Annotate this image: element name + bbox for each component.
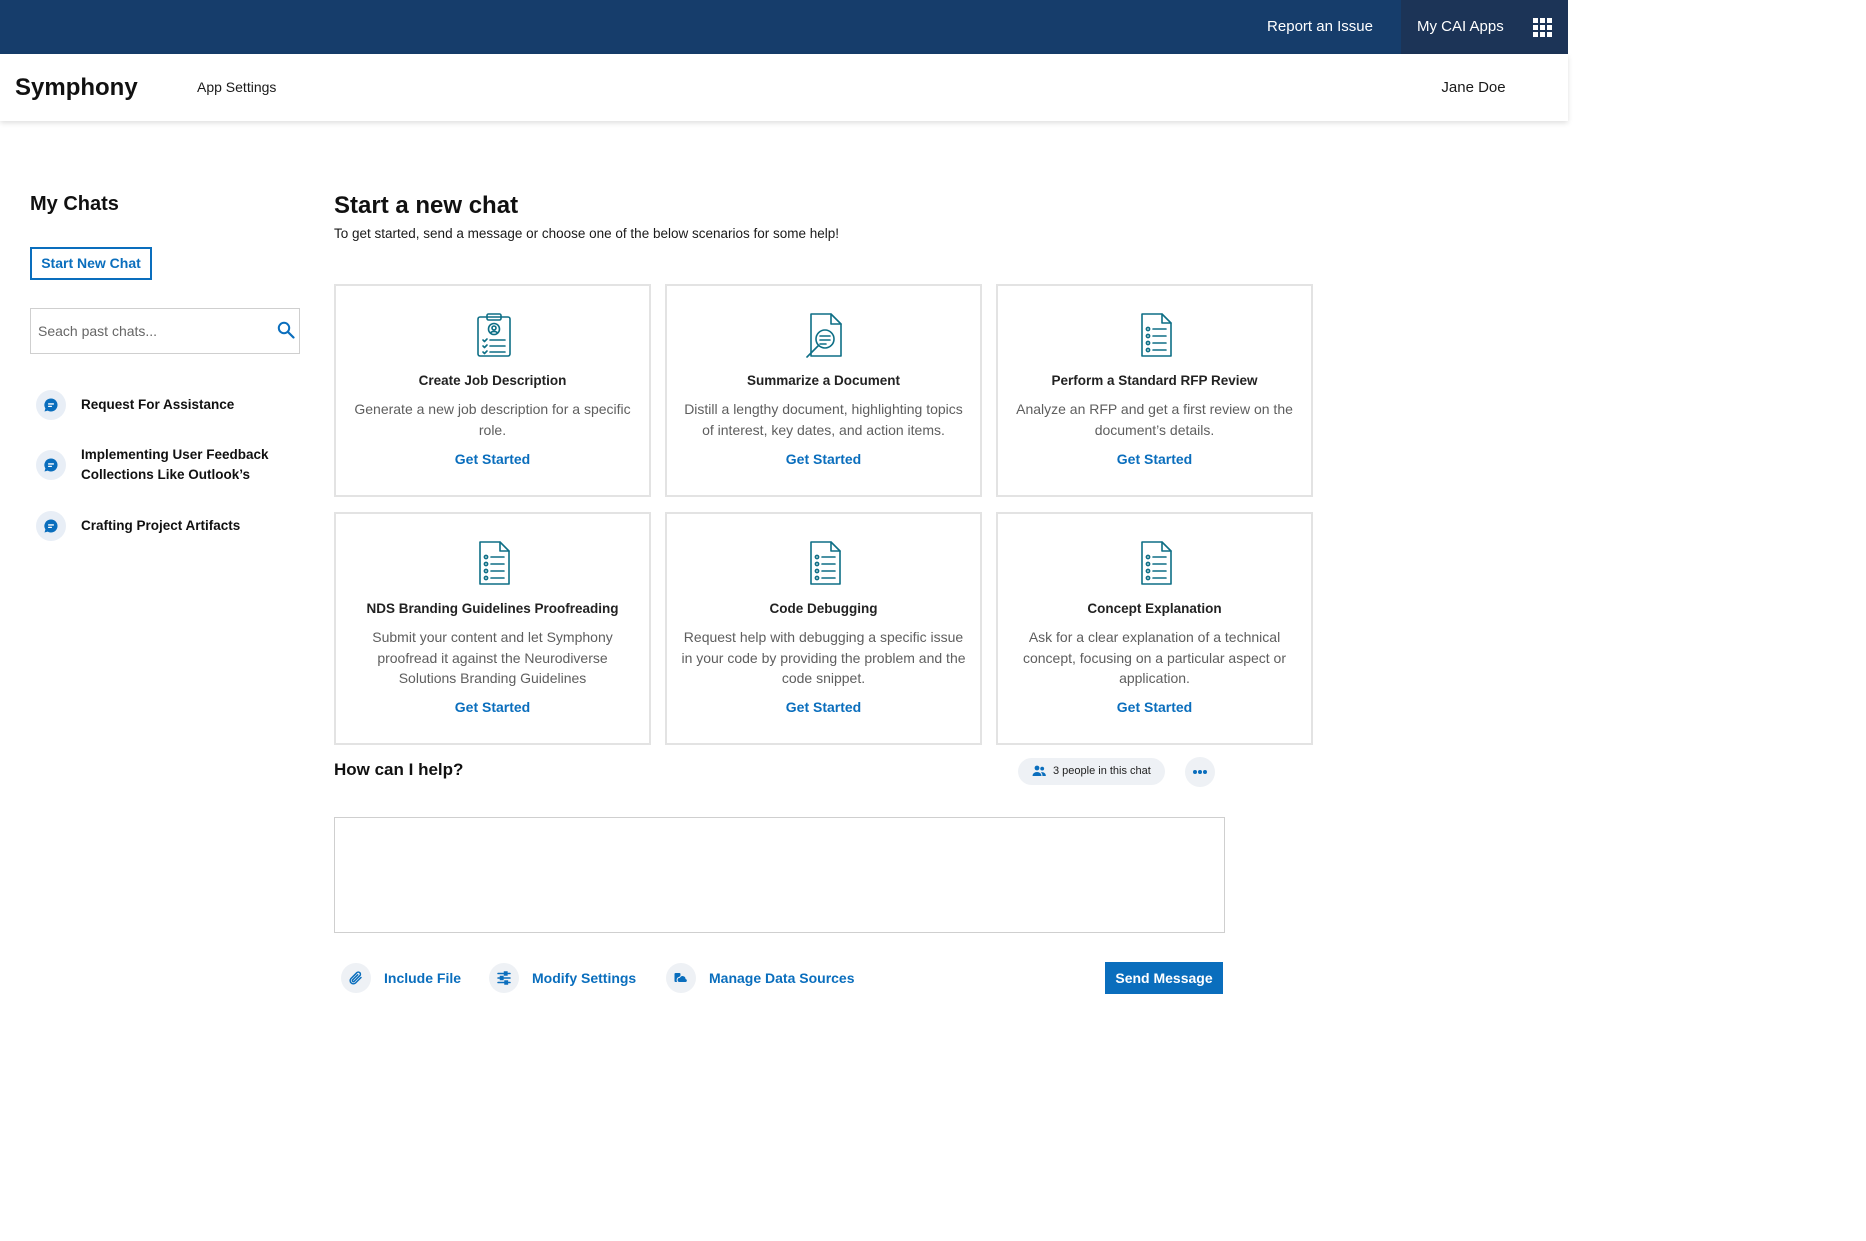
top-bar: Report an Issue My CAI Apps: [0, 0, 1568, 54]
document-list-icon: [1136, 540, 1176, 586]
app-brand[interactable]: Symphony: [15, 54, 138, 121]
scenario-card-nds-branding-proofreading[interactable]: NDS Branding Guidelines Proofreading Sub…: [334, 512, 651, 745]
more-options-button[interactable]: [1185, 757, 1215, 787]
include-file-button[interactable]: Include File: [341, 963, 471, 993]
chat-item-request-for-assistance[interactable]: Request For Assistance: [36, 390, 296, 420]
card-description: Analyze an RFP and get a first review on…: [1016, 401, 1293, 438]
manage-data-sources-label: Manage Data Sources: [709, 970, 855, 986]
scenario-card-code-debugging[interactable]: Code Debugging Request help with debuggi…: [665, 512, 982, 745]
my-chats-heading: My Chats: [30, 193, 119, 215]
card-title: Code Debugging: [769, 601, 878, 616]
chat-item-label: Request For Assistance: [81, 397, 235, 412]
document-list-icon: [474, 540, 514, 586]
app-grid-icon: [1533, 18, 1552, 37]
document-search-icon: [805, 312, 845, 358]
get-started-link[interactable]: Get Started: [998, 451, 1311, 467]
chat-item-implementing-user-feedback[interactable]: Implementing User Feedback Collections L…: [36, 445, 296, 486]
get-started-link[interactable]: Get Started: [336, 699, 649, 715]
paperclip-icon: [341, 963, 371, 993]
page-title: Start a new chat: [334, 192, 519, 219]
search-icon[interactable]: [277, 321, 295, 339]
report-issue-link[interactable]: Report an Issue: [1256, 0, 1384, 54]
composer-heading: How can I help?: [334, 760, 464, 779]
chat-bubble-icon: [36, 511, 66, 541]
chat-bubble-icon: [36, 450, 66, 480]
user-menu[interactable]: Jane Doe: [1430, 54, 1517, 121]
get-started-link[interactable]: Get Started: [336, 451, 649, 467]
card-description: Distill a lengthy document, highlighting…: [684, 401, 963, 438]
app-header: Symphony App Settings Jane Doe: [0, 54, 1568, 121]
send-message-button[interactable]: Send Message: [1105, 962, 1223, 994]
manage-data-sources-button[interactable]: Manage Data Sources: [666, 963, 861, 993]
card-description: Request help with debugging a specific i…: [681, 629, 966, 686]
document-list-icon: [805, 540, 845, 586]
scenario-card-summarize-document[interactable]: Summarize a Document Distill a lengthy d…: [665, 284, 982, 497]
sliders-icon: [489, 963, 519, 993]
modify-settings-button[interactable]: Modify Settings: [489, 963, 649, 993]
card-title: Summarize a Document: [746, 373, 901, 388]
modify-settings-label: Modify Settings: [532, 970, 637, 986]
card-title: Perform a Standard RFP Review: [1051, 373, 1258, 388]
ellipsis-icon: [1193, 770, 1197, 774]
card-description: Ask for a clear explanation of a technic…: [1022, 629, 1287, 686]
ellipsis-dot: [1203, 770, 1207, 774]
chat-participants-badge[interactable]: 3 people in this chat: [1018, 758, 1165, 785]
document-list-icon: [1136, 312, 1176, 358]
chat-item-crafting-project-artifacts[interactable]: Crafting Project Artifacts: [36, 511, 296, 541]
clipboard-person-icon: [474, 312, 514, 358]
chat-bubble-icon: [36, 390, 66, 420]
data-sources-icon: [666, 963, 696, 993]
scenario-card-create-job-description[interactable]: Create Job Description Generate a new jo…: [334, 284, 651, 497]
card-title: Create Job Description: [418, 373, 567, 388]
card-title: NDS Branding Guidelines Proofreading: [366, 601, 619, 616]
card-description: Generate a new job description for a spe…: [354, 401, 631, 438]
scenario-card-rfp-review[interactable]: Perform a Standard RFP Review Analyze an…: [996, 284, 1313, 497]
get-started-link[interactable]: Get Started: [667, 699, 980, 715]
scenario-card-concept-explanation[interactable]: Concept Explanation Ask for a clear expl…: [996, 512, 1313, 745]
search-chats-input[interactable]: [31, 309, 271, 353]
search-chats-box: [30, 308, 300, 354]
ellipsis-dot: [1198, 770, 1202, 774]
get-started-link[interactable]: Get Started: [667, 451, 980, 467]
start-new-chat-button[interactable]: Start New Chat: [30, 247, 152, 280]
chat-item-label: Crafting Project Artifacts: [81, 518, 241, 533]
my-cai-apps-label: My CAI Apps: [1417, 18, 1504, 35]
app-settings-link[interactable]: App Settings: [197, 54, 276, 121]
get-started-link[interactable]: Get Started: [998, 699, 1311, 715]
my-cai-apps-button[interactable]: My CAI Apps: [1401, 0, 1568, 54]
participants-label: 3 people in this chat: [1053, 765, 1151, 777]
chat-item-label-line2: Collections Like Outlook’s: [81, 467, 251, 482]
chat-item-label-line1: Implementing User Feedback: [81, 447, 269, 462]
message-input[interactable]: [335, 818, 1224, 932]
people-icon: [1032, 765, 1046, 776]
page-subtitle: To get started, send a message or choose…: [334, 226, 840, 241]
card-description: Submit your content and let Symphony pro…: [372, 629, 613, 686]
card-title: Concept Explanation: [1087, 601, 1222, 616]
message-input-box: [334, 817, 1225, 933]
include-file-label: Include File: [384, 970, 462, 986]
